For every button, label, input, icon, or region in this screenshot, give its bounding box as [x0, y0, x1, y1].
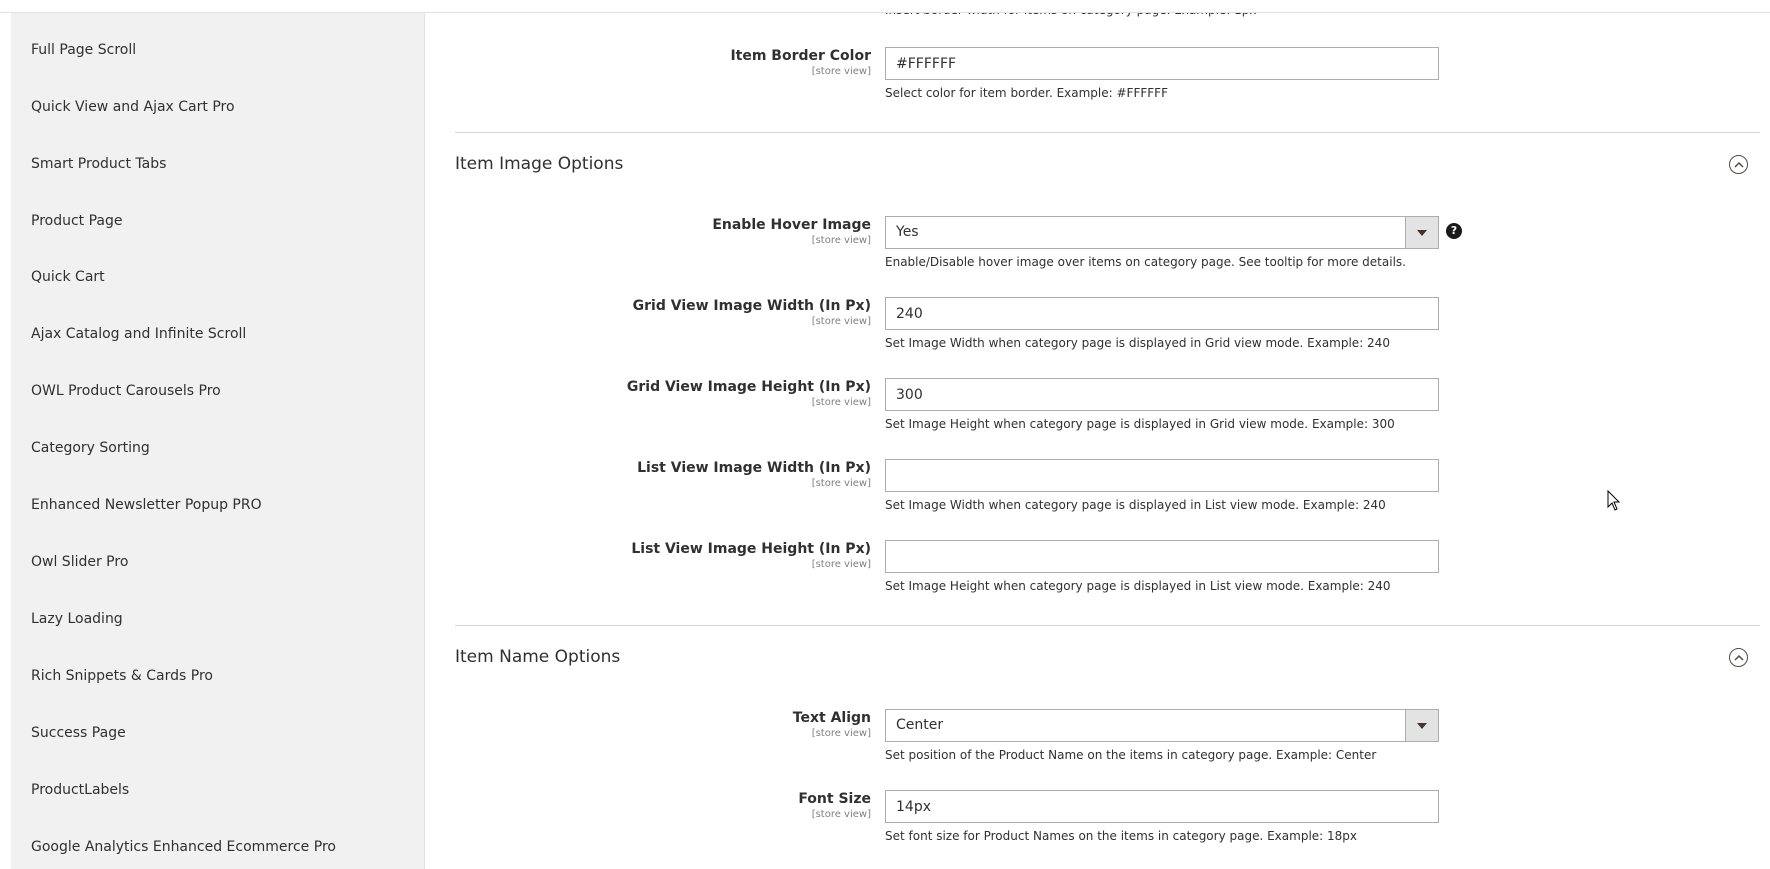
enable-hover-image-note: Enable/Disable hover image over items on… — [885, 255, 1406, 269]
grid-view-image-height-note: Set Image Height when category page is d… — [885, 417, 1395, 431]
grid-view-image-height-input[interactable] — [885, 378, 1439, 411]
text-align-scope: [store view] — [811, 728, 871, 739]
list-view-image-height-input[interactable] — [885, 540, 1439, 573]
sidebar-item-product-page[interactable]: Product Page — [31, 212, 123, 230]
section-title-item-image-options[interactable]: Item Image Options — [455, 154, 623, 174]
enable-hover-image-scope: [store view] — [811, 235, 871, 246]
section-title-item-name-options[interactable]: Item Name Options — [455, 647, 620, 667]
sidebar-item-owl-slider-pro[interactable]: Owl Slider Pro — [31, 553, 128, 571]
text-align-select[interactable]: Center — [885, 709, 1439, 742]
list-view-image-height-note: Set Image Height when category page is d… — [885, 579, 1391, 593]
dropdown-button[interactable] — [1405, 217, 1438, 248]
font-size-label: Font Size — [798, 791, 871, 807]
sidebar-item-productlabels[interactable]: ProductLabels — [31, 781, 129, 799]
sidebar-item-category-sorting[interactable]: Category Sorting — [31, 439, 150, 457]
list-view-image-height-label: List View Image Height (In Px) — [631, 541, 871, 557]
font-size-note: Set font size for Product Names on the i… — [885, 829, 1358, 843]
triangle-down-icon — [1417, 230, 1427, 236]
sidebar-item-rich-snippets-cards-pro[interactable]: Rich Snippets & Cards Pro — [31, 667, 213, 685]
grid-view-image-width-scope: [store view] — [811, 316, 871, 327]
sidebar-item-full-page-scroll[interactable]: Full Page Scroll — [31, 41, 136, 59]
text-align-value: Center — [896, 717, 944, 733]
text-align-note: Set position of the Product Name on the … — [885, 748, 1377, 762]
item-border-color-input[interactable] — [885, 47, 1439, 80]
sidebar-item-ajax-catalog-infinite-scroll[interactable]: Ajax Catalog and Infinite Scroll — [31, 325, 246, 343]
font-size-scope: [store view] — [811, 809, 871, 820]
item-border-color-note: Select color for item border. Example: #… — [885, 86, 1168, 100]
question-circle-icon[interactable]: ? — [1446, 223, 1462, 239]
enable-hover-image-value: Yes — [896, 224, 919, 240]
sidebar-item-enhanced-newsletter-popup-pro[interactable]: Enhanced Newsletter Popup PRO — [31, 496, 262, 514]
triangle-down-icon — [1417, 723, 1427, 729]
sidebar-item-quick-cart[interactable]: Quick Cart — [31, 268, 105, 286]
list-view-image-width-note: Set Image Width when category page is di… — [885, 498, 1386, 512]
sidebar-item-smart-product-tabs[interactable]: Smart Product Tabs — [31, 155, 166, 173]
grid-view-image-height-scope: [store view] — [811, 397, 871, 408]
grid-view-image-height-label: Grid View Image Height (In Px) — [626, 379, 871, 395]
list-view-image-width-input[interactable] — [885, 459, 1439, 492]
sidebar-item-google-analytics-enhanced-ecommerce-pro[interactable]: Google Analytics Enhanced Ecommerce Pro — [31, 838, 336, 856]
list-view-image-width-scope: [store view] — [811, 478, 871, 489]
top-bar — [0, 0, 1770, 13]
mouse-pointer-icon — [1607, 490, 1621, 511]
enable-hover-image-label: Enable Hover Image — [712, 217, 871, 233]
text-align-label: Text Align — [792, 710, 871, 726]
sidebar-item-success-page[interactable]: Success Page — [31, 724, 126, 742]
sidebar: Full Page Scroll Quick View and Ajax Car… — [11, 0, 425, 869]
chevron-up-circle-icon[interactable] — [1729, 648, 1748, 667]
section-divider-2 — [455, 625, 1760, 626]
sidebar-item-lazy-loading[interactable]: Lazy Loading — [31, 610, 123, 628]
list-view-image-height-scope: [store view] — [811, 559, 871, 570]
list-view-image-width-label: List View Image Width (In Px) — [637, 460, 871, 476]
section-divider-1 — [455, 132, 1760, 133]
grid-view-image-width-note: Set Image Width when category page is di… — [885, 336, 1390, 350]
grid-view-image-width-label: Grid View Image Width (In Px) — [632, 298, 871, 314]
sidebar-item-quick-view-ajax-cart-pro[interactable]: Quick View and Ajax Cart Pro — [31, 98, 235, 116]
item-border-color-scope: [store view] — [811, 66, 871, 77]
grid-view-image-width-input[interactable] — [885, 297, 1439, 330]
enable-hover-image-select[interactable]: Yes — [885, 216, 1439, 249]
item-border-color-label: Item Border Color — [730, 48, 871, 64]
chevron-up-circle-icon[interactable] — [1729, 155, 1748, 174]
dropdown-button[interactable] — [1405, 710, 1438, 741]
font-size-input[interactable] — [885, 790, 1439, 823]
sidebar-item-owl-product-carousels-pro[interactable]: OWL Product Carousels Pro — [31, 382, 221, 400]
